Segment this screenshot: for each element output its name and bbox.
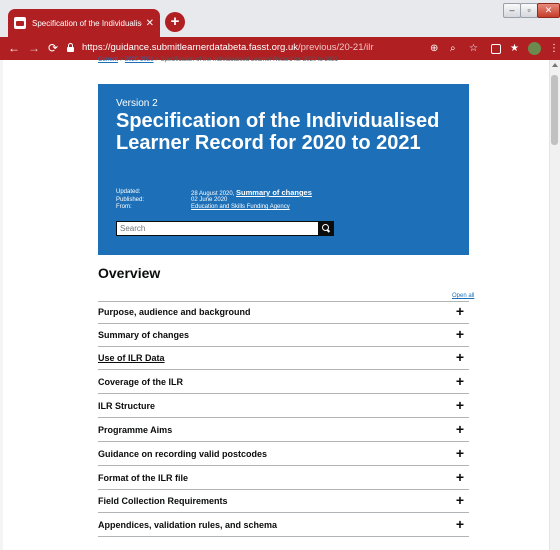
summary-of-changes-link[interactable]: Summary of changes (236, 188, 312, 197)
accordion-heading: Coverage of the ILR (98, 377, 184, 387)
updated-label: Updated: (116, 189, 141, 195)
version-label: Version 2 (116, 98, 158, 109)
accordion-heading: ILR Structure (98, 401, 156, 411)
accordion-heading: Summary of changes (98, 330, 190, 340)
breadcrumb-year[interactable]: 2020-2021 (125, 57, 154, 63)
expand-plus-icon[interactable]: + (456, 326, 464, 342)
new-tab-button[interactable]: + (165, 12, 185, 32)
extension-box-icon[interactable] (491, 44, 501, 54)
accordion-section[interactable]: Programme Aims + (98, 419, 469, 442)
accordion-section[interactable]: Purpose, audience and background + (98, 301, 469, 324)
url-host: https://guidance.submitlearnerdatabeta.f… (82, 42, 298, 53)
accordion-heading: Field Collection Requirements (98, 496, 228, 506)
tab-title: Specification of the Individualise (32, 18, 142, 28)
breadcrumb-page: Specification of the Individualised Lear… (160, 57, 338, 63)
url-path: /previous/20-21/ilr (298, 42, 374, 53)
accordion-heading: Use of ILR Data (98, 353, 165, 363)
accordion-section[interactable]: Guidance on recording valid postcodes + (98, 443, 469, 466)
expand-plus-icon[interactable]: + (456, 492, 464, 508)
back-icon[interactable]: ← (8, 41, 20, 55)
address-bar[interactable]: https://guidance.submitlearnerdatabeta.f… (82, 42, 374, 53)
accordion-section[interactable]: Field Collection Requirements + (98, 490, 469, 513)
bookmark-star-icon[interactable]: ☆ (469, 42, 478, 55)
expand-plus-icon[interactable]: + (456, 516, 464, 532)
window-minimize-button[interactable]: – (503, 3, 521, 18)
breadcrumb-current[interactable]: Current (98, 57, 118, 63)
breadcrumb: Current > 2020-2021 > Specification of t… (98, 57, 338, 63)
accordion-section[interactable]: Coverage of the ILR + (98, 371, 469, 394)
browser-tab[interactable]: Specification of the Individualise ✕ (8, 9, 160, 37)
zoom-icon[interactable]: ⌕ (450, 42, 456, 55)
accordion-heading: Purpose, audience and background (98, 307, 251, 317)
extensions-icon[interactable]: ★ (510, 42, 519, 55)
page-title: Specification of the Individualised Lear… (116, 110, 440, 154)
accordion-section[interactable]: Appendices, validation rules, and schema… (98, 514, 469, 537)
accordion-heading: Format of the ILR file (98, 473, 188, 483)
expand-plus-icon[interactable]: + (456, 445, 464, 461)
expand-plus-icon[interactable]: + (456, 349, 464, 365)
reload-icon[interactable]: ⟳ (48, 41, 58, 55)
expand-plus-icon[interactable]: + (456, 303, 464, 319)
accordion-heading: Guidance on recording valid postcodes (98, 449, 268, 459)
window-maximize-button[interactable]: ▫ (520, 3, 538, 18)
accordion-heading: Programme Aims (98, 425, 173, 435)
accordion-section[interactable]: Use of ILR Data + (98, 347, 469, 370)
from-label: From: (116, 204, 132, 210)
install-icon[interactable]: ⊕ (430, 42, 438, 55)
expand-plus-icon[interactable]: + (456, 373, 464, 389)
scroll-up-arrow-icon[interactable] (552, 63, 558, 67)
overview-heading: Overview (98, 265, 161, 281)
search-input[interactable]: Search (116, 221, 334, 236)
profile-avatar-icon[interactable] (528, 42, 541, 55)
accordion-section[interactable]: Summary of changes + (98, 324, 469, 347)
breadcrumb-separator: > (155, 57, 159, 63)
accordion-section[interactable]: ILR Structure + (98, 395, 469, 418)
expand-plus-icon[interactable]: + (456, 421, 464, 437)
menu-icon[interactable]: ⋮ (549, 42, 559, 55)
site-favicon-icon (14, 17, 26, 29)
window-close-button[interactable]: ✕ (537, 3, 560, 18)
expand-plus-icon[interactable]: + (456, 469, 464, 485)
published-label: Published: (116, 197, 145, 203)
lock-icon[interactable] (67, 43, 74, 52)
expand-plus-icon[interactable]: + (456, 397, 464, 413)
published-value: 02 June 2020 (191, 197, 228, 203)
search-button[interactable] (318, 221, 334, 236)
left-edge (0, 60, 3, 550)
scrollbar-thumb[interactable] (551, 75, 558, 145)
accordion-heading: Appendices, validation rules, and schema (98, 520, 278, 530)
open-all-link[interactable]: Open all (452, 293, 474, 299)
forward-icon[interactable]: → (28, 41, 40, 55)
browser-titlebar: Specification of the Individualise ✕ + –… (0, 0, 560, 37)
breadcrumb-separator: > (119, 57, 124, 63)
agency-link[interactable]: Education and Skills Funding Agency (191, 204, 290, 210)
search-placeholder: Search (120, 224, 146, 233)
accordion-section[interactable]: Format of the ILR file + (98, 467, 469, 490)
document-header: Version 2 Specification of the Individua… (98, 84, 469, 255)
tab-close-icon[interactable]: ✕ (146, 18, 154, 29)
